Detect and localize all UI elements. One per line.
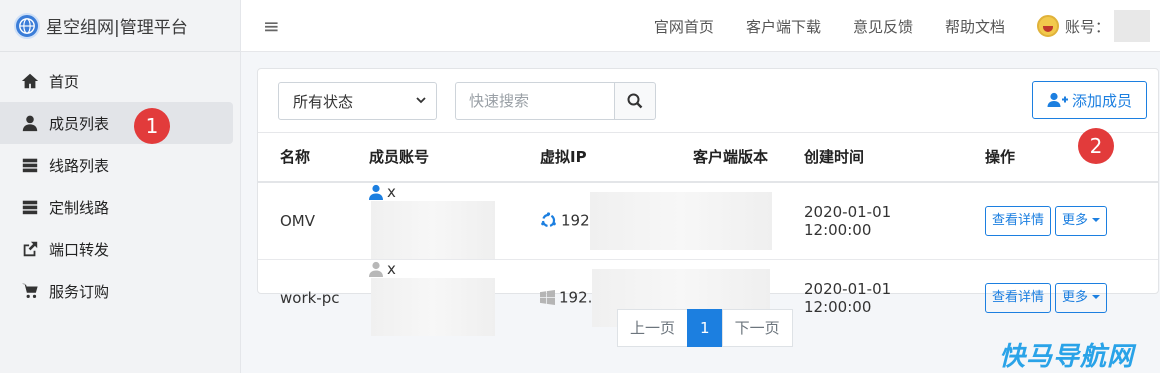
table-row: OMV x 192 2020-01-01 12:00:00 查看详情 更多 [258, 181, 1158, 260]
cell-name: OMV [258, 181, 347, 260]
sidebar-item-label: 线路列表 [49, 156, 110, 175]
share-icon [20, 240, 40, 258]
cell-actions: 查看详情 更多 [963, 259, 1158, 336]
cell-name: work-pc [280, 288, 340, 307]
ip-value: 192 [561, 211, 590, 229]
user-offline-icon [369, 261, 383, 277]
user-online-icon [369, 184, 383, 200]
pagination: 上一页 1 下一页 [617, 309, 793, 347]
sidebar-item-lines[interactable]: 线路列表 [0, 144, 233, 186]
toplink-homepage[interactable]: 官网首页 [654, 16, 714, 37]
more-dropdown-button[interactable]: 更多 [1055, 282, 1108, 313]
globe-logo-icon [14, 12, 40, 39]
ubuntu-icon [540, 212, 557, 229]
home-icon [20, 72, 40, 90]
header-client-version: 客户端版本 [671, 132, 782, 183]
more-dropdown-button[interactable]: 更多 [1055, 205, 1108, 236]
sidebar-item-custom-lines[interactable]: 定制线路 [0, 186, 233, 228]
redacted-block [589, 191, 772, 250]
brand-title: 星空组网|管理平台 [46, 18, 188, 38]
table-header-row: 名称 成员账号 虚拟IP 客户端版本 创建时间 操作 [258, 132, 1158, 183]
cell-created: 2020-01-01 12:00:00 [782, 181, 963, 260]
account-value-redacted [1114, 10, 1150, 42]
header-account: 成员账号 [347, 132, 518, 183]
sidebar-item-label: 端口转发 [49, 240, 110, 259]
cell-created: 2020-01-01 12:00:00 [804, 279, 892, 316]
more-label: 更多 [1062, 212, 1089, 228]
status-filter-select[interactable]: 所有状态 [278, 82, 437, 120]
sidebar-item-label: 成员列表 [49, 114, 110, 133]
prev-page-button[interactable]: 上一页 [617, 309, 689, 347]
user-icon [20, 114, 40, 132]
site-watermark: 快马导航网 [998, 342, 1134, 372]
account-value: x [387, 259, 396, 278]
top-links: 官网首页 客户端下载 意见反馈 帮助文档 账号： [654, 0, 1160, 52]
sidebar-item-orders[interactable]: 服务订购 [0, 270, 233, 312]
redacted-block [371, 277, 495, 336]
add-member-label: 添加成员 [1071, 91, 1132, 110]
account-menu[interactable]: 账号： [1036, 10, 1150, 42]
search-icon [627, 93, 643, 109]
annotation-marker-2: 2 [1078, 128, 1114, 164]
toplink-feedback[interactable]: 意见反馈 [853, 16, 913, 37]
chevron-down-icon [416, 97, 426, 104]
account-label: 账号： [1064, 17, 1110, 36]
more-label: 更多 [1062, 289, 1089, 305]
page-1-button[interactable]: 1 [687, 309, 723, 347]
brand[interactable]: 星空组网|管理平台 [0, 0, 240, 52]
server-icon [20, 156, 40, 174]
members-table: 名称 成员账号 虚拟IP 客户端版本 创建时间 操作 OMV x 192 202… [258, 132, 1158, 336]
view-details-button[interactable]: 查看详情 [985, 205, 1052, 236]
ip-value: 192. [559, 288, 593, 306]
account-value: x [387, 182, 396, 201]
search-button[interactable] [614, 82, 656, 120]
sidebar-nav: 首页 成员列表 线路列表 定制线路 端口转发 服务订购 [0, 60, 240, 312]
view-details-button[interactable]: 查看详情 [985, 282, 1052, 313]
annotation-marker-1: 1 [134, 108, 170, 144]
sidebar-item-label: 首页 [49, 72, 80, 91]
sidebar-item-home[interactable]: 首页 [0, 60, 233, 102]
search-input[interactable] [455, 82, 615, 120]
cell-ip: 192 [518, 181, 782, 260]
sidebar-item-members[interactable]: 成员列表 [0, 102, 233, 144]
caret-down-icon [1092, 295, 1101, 299]
cell-account: x [347, 259, 518, 336]
header-actions: 操作 [963, 132, 1158, 183]
next-page-button[interactable]: 下一页 [721, 309, 793, 347]
add-member-button[interactable]: 添加成员 [1032, 81, 1147, 119]
header-name: 名称 [258, 132, 347, 183]
toplink-client-download[interactable]: 客户端下载 [746, 16, 821, 37]
redacted-block [371, 200, 495, 259]
sidebar-item-label: 定制线路 [49, 198, 110, 217]
header-virtual-ip: 虚拟IP [518, 132, 671, 183]
sidebar-item-port-forward[interactable]: 端口转发 [0, 228, 233, 270]
server-icon [20, 198, 40, 216]
cart-icon [20, 282, 40, 300]
members-card: 所有状态 添加成员 名称 成员账号 虚拟IP 客户端版本 创建时间 操作 OMV [257, 68, 1159, 336]
caret-down-icon [1092, 218, 1101, 222]
menu-toggle-icon[interactable]: ≡ [263, 14, 280, 38]
topbar: ≡ 官网首页 客户端下载 意见反馈 帮助文档 账号： [241, 0, 1160, 52]
header-created: 创建时间 [782, 132, 963, 183]
toplink-help-docs[interactable]: 帮助文档 [945, 16, 1005, 37]
sidebar-item-label: 服务订购 [49, 282, 110, 301]
toolbar: 所有状态 添加成员 [258, 69, 1158, 132]
windows-icon [540, 290, 555, 305]
user-plus-icon [1047, 92, 1068, 107]
cell-actions: 查看详情 更多 [963, 181, 1158, 260]
status-filter-value: 所有状态 [293, 92, 354, 111]
avatar [1036, 15, 1059, 37]
cell-account: x [347, 181, 518, 260]
sidebar: 星空组网|管理平台 首页 成员列表 线路列表 定制线路 端口转发 服务订购 [0, 0, 241, 373]
